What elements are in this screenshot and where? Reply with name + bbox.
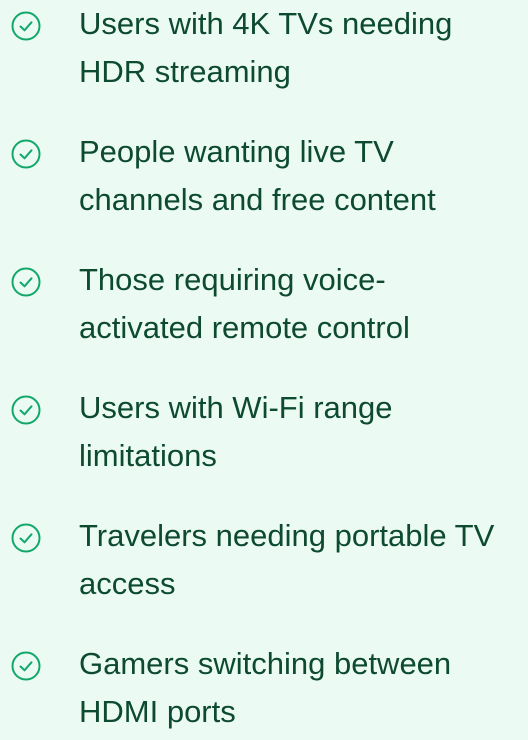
list-item-line-1: Those requiring voice- <box>79 262 386 297</box>
list-item-line-1: Gamers switching between <box>79 646 452 681</box>
check-circle-icon <box>10 10 42 42</box>
list-item-label: Those requiring voice- activated remote … <box>79 256 528 352</box>
list-item: Those requiring voice- activated remote … <box>0 256 528 356</box>
list-item-line-1: Travelers needing portable TV <box>79 518 495 553</box>
list-item-label: People wanting live TV channels and free… <box>79 128 528 224</box>
check-circle-icon <box>10 394 42 426</box>
list-item-line-1: Users with 4K TVs needing <box>79 6 453 41</box>
list-item: Travelers needing portable TV access <box>0 512 528 612</box>
list-item-line-2: access <box>79 566 176 601</box>
feature-list: Users with 4K TVs needing HDR streaming … <box>0 0 528 729</box>
list-item: Users with 4K TVs needing HDR streaming <box>0 0 528 100</box>
list-item-line-1: Users with Wi-Fi range <box>79 390 393 425</box>
list-item-label: Users with 4K TVs needing HDR streaming <box>79 0 528 96</box>
list-item-label: Gamers switching between HDMI ports <box>79 640 528 736</box>
list-item: Users with Wi-Fi range limitations <box>0 384 528 484</box>
list-item-line-2: HDR streaming <box>79 54 291 89</box>
list-item-label: Users with Wi-Fi range limitations <box>79 384 528 480</box>
check-circle-icon <box>10 266 42 298</box>
check-circle-icon <box>10 522 42 554</box>
list-item: People wanting live TV channels and free… <box>0 128 528 228</box>
list-item-line-1: People wanting live TV <box>79 134 394 169</box>
list-item: Gamers switching between HDMI ports <box>0 640 528 740</box>
list-item-label: Travelers needing portable TV access <box>79 512 528 608</box>
check-circle-icon <box>10 138 42 170</box>
check-circle-icon <box>10 650 42 682</box>
list-item-line-2: activated remote control <box>79 310 410 345</box>
list-item-line-2: channels and free content <box>79 182 436 217</box>
list-item-line-2: limitations <box>79 438 217 473</box>
